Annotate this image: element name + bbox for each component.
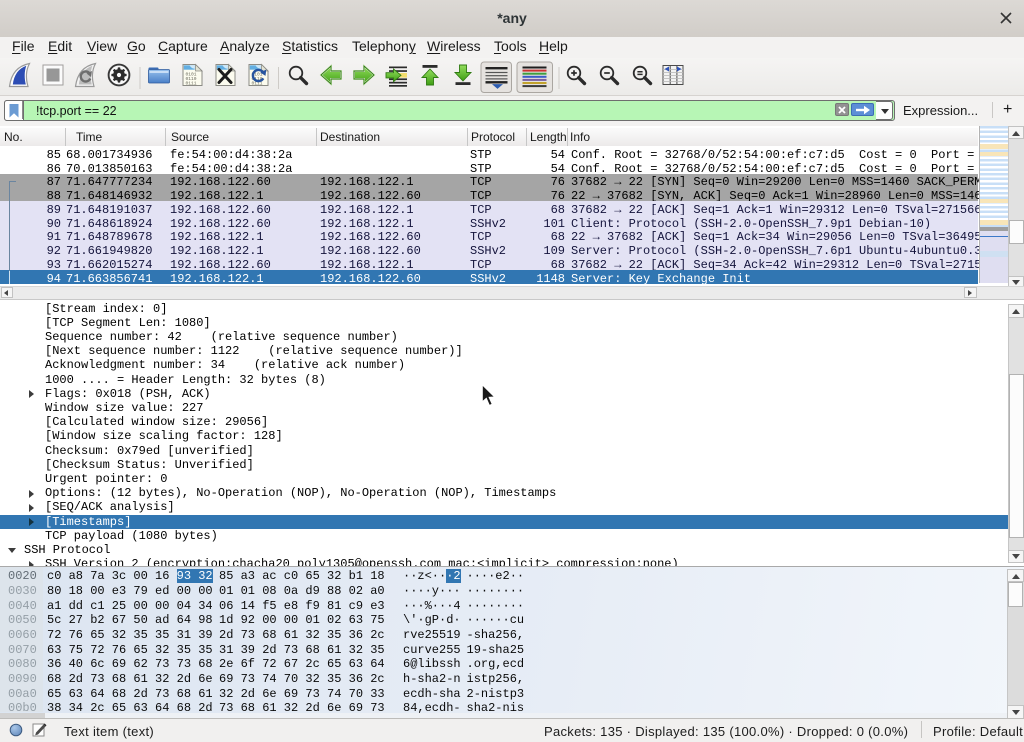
svg-text:0111: 0111 [186,81,197,87]
